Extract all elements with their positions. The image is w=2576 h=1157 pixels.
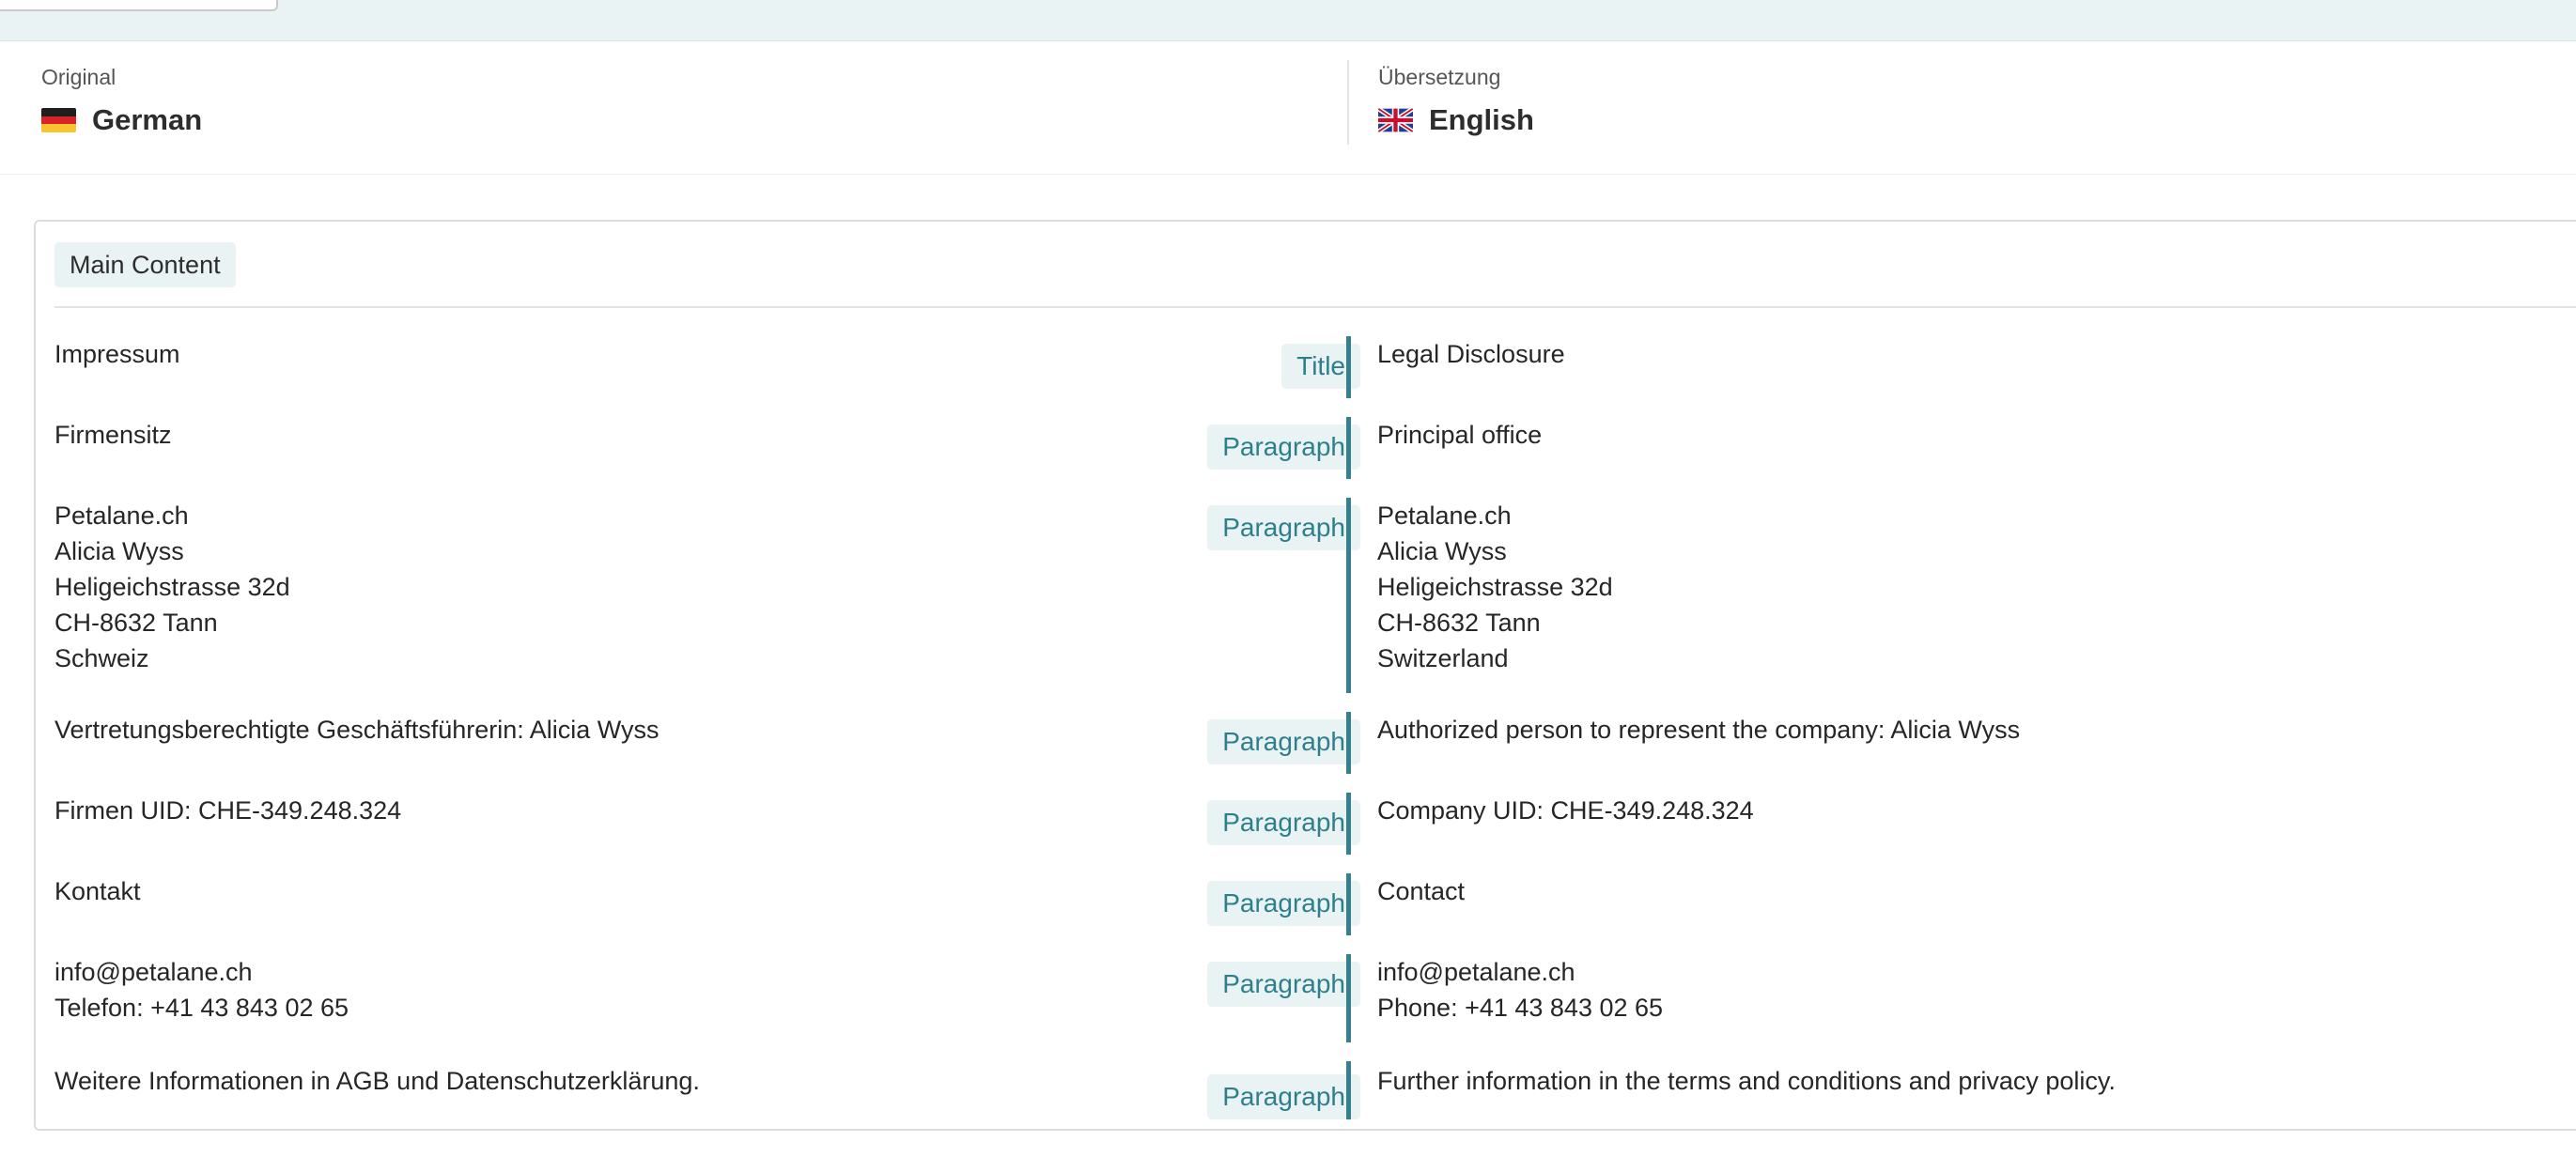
element-type-badge: Paragraph: [1207, 1074, 1360, 1119]
translation-marker: [1346, 336, 1351, 398]
original-text: Impressum: [54, 340, 180, 368]
translation-marker: [1346, 712, 1351, 774]
translation-row[interactable]: Vertretungsberechtigte Geschäftsführerin…: [36, 712, 2576, 774]
original-text: Vertretungsberechtigte Geschäftsführerin…: [54, 716, 660, 744]
language-header: Original German Übersetzung English: [0, 41, 2576, 175]
original-text: Petalane.ch Alicia Wyss Heligeichstrasse…: [54, 501, 290, 672]
translation-marker: [1346, 873, 1351, 935]
translation-row[interactable]: Firmen UID: CHE-349.248.324 Paragraph Co…: [36, 793, 2576, 855]
original-text: Firmensitz: [54, 421, 172, 449]
translation-row[interactable]: Impressum Title Legal Disclosure: [36, 336, 2576, 398]
translation-row[interactable]: Kontakt Paragraph Contact: [36, 873, 2576, 935]
translation-caption: Übersetzung: [1378, 65, 1501, 89]
translated-text[interactable]: Company UID: CHE-349.248.324: [1377, 793, 1754, 828]
flag-uk-icon: [1378, 108, 1413, 132]
translated-text[interactable]: Legal Disclosure: [1377, 336, 1565, 372]
translated-text[interactable]: Principal office: [1377, 417, 1542, 453]
original-text: Kontakt: [54, 877, 141, 905]
element-type-badge: Paragraph: [1207, 424, 1360, 470]
translation-marker: [1346, 498, 1351, 693]
element-type-badge: Paragraph: [1207, 962, 1360, 1007]
translation-marker: [1346, 793, 1351, 855]
element-type-badge: Paragraph: [1207, 505, 1360, 550]
original-text: Weitere Informationen in AGB und Datensc…: [54, 1067, 700, 1095]
element-type-badge: Paragraph: [1207, 719, 1360, 764]
translation-marker: [1346, 417, 1351, 479]
main-content-panel: Main Content Impressum Title Legal Discl…: [34, 220, 2576, 1131]
section-label: Main Content: [54, 242, 236, 287]
language-divider: [1347, 60, 1349, 145]
original-caption: Original: [41, 65, 116, 89]
toolbar-button[interactable]: [0, 0, 278, 11]
original-language-name: German: [92, 103, 203, 136]
original-text: Firmen UID: CHE-349.248.324: [54, 796, 402, 825]
element-type-badge: Paragraph: [1207, 881, 1360, 926]
original-text: info@petalane.ch Telefon: +41 43 843 02 …: [54, 958, 349, 1022]
translation-row[interactable]: Weitere Informationen in AGB und Datensc…: [36, 1061, 2576, 1123]
section-divider: [54, 306, 2576, 308]
top-toolbar: [0, 0, 2576, 41]
translation-language-name: English: [1429, 103, 1534, 136]
translated-text[interactable]: Authorized person to represent the compa…: [1377, 712, 2020, 748]
translated-text[interactable]: Contact: [1377, 873, 1465, 909]
original-language-column: Original German: [41, 64, 202, 158]
translation-language-column: Übersetzung English: [1378, 64, 1534, 158]
translation-row[interactable]: info@petalane.ch Telefon: +41 43 843 02 …: [36, 954, 2576, 1042]
translated-text[interactable]: info@petalane.ch Phone: +41 43 843 02 65: [1377, 954, 1663, 1026]
translation-marker: [1346, 954, 1351, 1042]
translated-text[interactable]: Petalane.ch Alicia Wyss Heligeichstrasse…: [1377, 498, 1613, 676]
flag-germany-icon: [41, 108, 76, 132]
element-type-badge: Paragraph: [1207, 800, 1360, 845]
translation-row[interactable]: Firmensitz Paragraph Principal office: [36, 417, 2576, 479]
translated-text[interactable]: Further information in the terms and con…: [1377, 1063, 2116, 1099]
translation-row[interactable]: Petalane.ch Alicia Wyss Heligeichstrasse…: [36, 498, 2576, 693]
translation-marker: [1346, 1061, 1351, 1119]
